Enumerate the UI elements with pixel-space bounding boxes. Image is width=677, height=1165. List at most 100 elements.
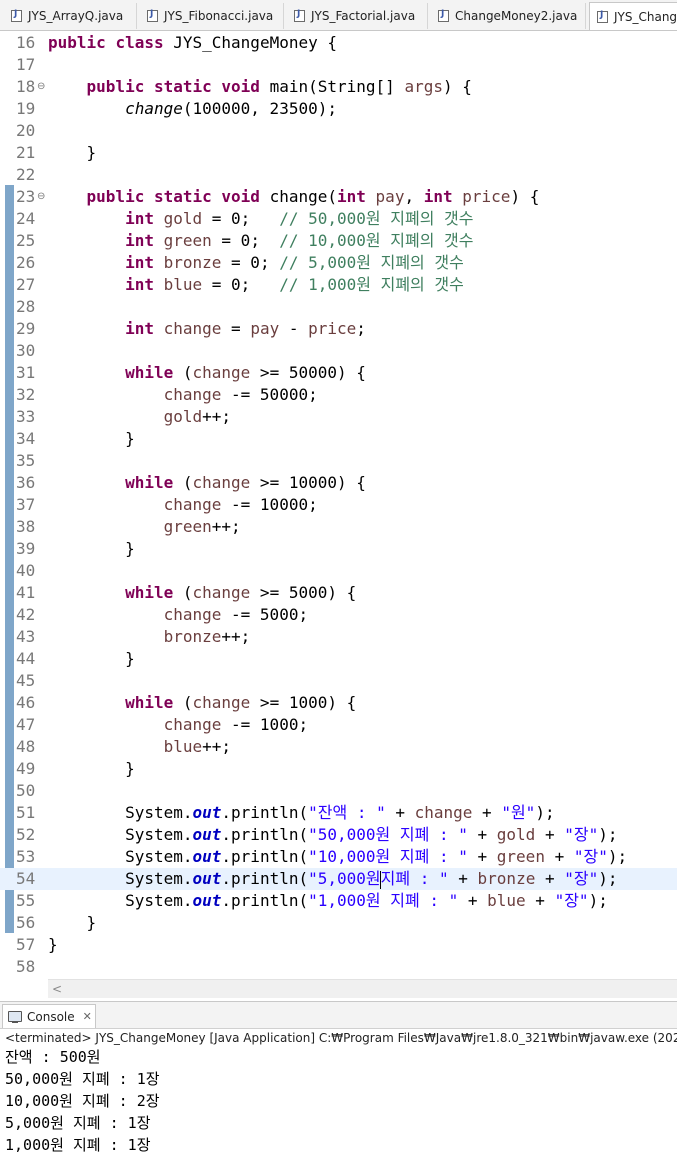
- code-text: int change = pay - price;: [48, 318, 366, 340]
- code-line[interactable]: 58: [0, 956, 677, 978]
- code-token: System.: [48, 891, 193, 910]
- code-line[interactable]: 50: [0, 780, 677, 802]
- code-line[interactable]: 38 green++;: [0, 516, 677, 538]
- code-token: .println(: [221, 825, 309, 844]
- code-token: public: [48, 33, 106, 52]
- code-text: change -= 5000;: [48, 604, 309, 626]
- code-editor[interactable]: 16 public class JYS_ChangeMoney {17 18 ⊖ pu…: [0, 31, 677, 979]
- horizontal-scrollbar[interactable]: <: [48, 979, 677, 998]
- code-line[interactable]: 34 }: [0, 428, 677, 450]
- code-token: +: [467, 825, 497, 844]
- line-number: 37: [16, 495, 36, 514]
- code-line[interactable]: 31 while (change >= 50000) {: [0, 362, 677, 384]
- code-line[interactable]: 37 change -= 10000;: [0, 494, 677, 516]
- code-token: out: [192, 869, 222, 888]
- code-line[interactable]: 16 public class JYS_ChangeMoney {: [0, 32, 677, 54]
- code-line[interactable]: 42 change -= 5000;: [0, 604, 677, 626]
- code-text: bronze++;: [48, 626, 251, 648]
- code-token: (: [173, 473, 193, 492]
- code-token: price: [308, 319, 357, 338]
- code-text: while (change >= 5000) {: [48, 582, 356, 604]
- code-text: public static void change(int pay, int p…: [48, 186, 540, 208]
- code-line[interactable]: 40: [0, 560, 677, 582]
- code-line[interactable]: 36 while (change >= 10000) {: [0, 472, 677, 494]
- code-line[interactable]: 39 }: [0, 538, 677, 560]
- code-line[interactable]: 54 System.out.println("5,000원지폐 : " + br…: [0, 868, 677, 890]
- code-line[interactable]: 33 gold++;: [0, 406, 677, 428]
- code-line[interactable]: 27 int blue = 0; // 1,000원 지폐의 갯수: [0, 274, 677, 296]
- code-line[interactable]: 46 while (change >= 1000) {: [0, 692, 677, 714]
- code-token: "1,000원 지폐 : ": [308, 891, 459, 910]
- code-token: // 10,000원 지폐의 갯수: [279, 231, 474, 250]
- code-line[interactable]: 41 while (change >= 5000) {: [0, 582, 677, 604]
- code-text: while (change >= 1000) {: [48, 692, 356, 714]
- code-token: >= 5000) {: [250, 583, 357, 602]
- code-line[interactable]: 30: [0, 340, 677, 362]
- code-token: "장": [564, 869, 599, 888]
- code-line[interactable]: 28: [0, 296, 677, 318]
- tab-jys-factorial[interactable]: JYS_Factorial.java: [287, 3, 428, 29]
- code-text: System.out.println("잔액 : " + change + "원…: [48, 802, 555, 824]
- tab-changemoney2[interactable]: ChangeMoney2.java: [431, 3, 586, 29]
- tab-label: JYS_ChangeMo: [614, 9, 677, 24]
- code-token: =: [221, 319, 251, 338]
- line-number: 46: [16, 693, 36, 712]
- code-line[interactable]: 56 }: [0, 912, 677, 934]
- code-token: gold: [496, 825, 536, 844]
- code-line[interactable]: 19 change(100000, 23500);: [0, 98, 677, 120]
- code-text: System.out.println("10,000원 지폐 : " + gre…: [48, 846, 627, 868]
- line-number: 18: [16, 77, 36, 96]
- tab-jys-arrayq[interactable]: JYS_ArrayQ.java: [4, 3, 137, 29]
- code-line[interactable]: 29 int change = pay - price;: [0, 318, 677, 340]
- code-line[interactable]: 47 change -= 1000;: [0, 714, 677, 736]
- fold-toggle-icon[interactable]: ⊖: [37, 76, 45, 98]
- code-line[interactable]: 24 int gold = 0; // 50,000원 지폐의 갯수: [0, 208, 677, 230]
- code-line[interactable]: 32 change -= 50000;: [0, 384, 677, 406]
- code-token: ) {: [510, 187, 540, 206]
- close-icon[interactable]: ✕: [83, 1010, 92, 1023]
- code-token: bronze: [163, 627, 222, 646]
- code-line[interactable]: 44 }: [0, 648, 677, 670]
- code-token: change: [125, 99, 183, 118]
- fold-toggle-icon[interactable]: ⊖: [37, 186, 45, 208]
- code-line[interactable]: 26 int bronze = 0; // 5,000원 지폐의 갯수: [0, 252, 677, 274]
- code-token: -= 50000;: [221, 385, 318, 404]
- tab-console[interactable]: Console ✕: [2, 1004, 96, 1028]
- code-line[interactable]: 35: [0, 450, 677, 472]
- code-line[interactable]: 55 System.out.println("1,000원 지폐 : " + b…: [0, 890, 677, 912]
- code-line[interactable]: 17: [0, 54, 677, 76]
- code-line[interactable]: 22: [0, 164, 677, 186]
- code-line[interactable]: 25 int green = 0; // 10,000원 지폐의 갯수: [0, 230, 677, 252]
- tab-label: JYS_ArrayQ.java: [28, 9, 124, 23]
- code-line[interactable]: 43 bronze++;: [0, 626, 677, 648]
- code-line[interactable]: 57}: [0, 934, 677, 956]
- scroll-left-icon[interactable]: <: [52, 980, 62, 998]
- code-line[interactable]: 21 }: [0, 142, 677, 164]
- code-line[interactable]: 45: [0, 670, 677, 692]
- code-token: .println(: [221, 891, 309, 910]
- code-line[interactable]: 49 }: [0, 758, 677, 780]
- line-number: 40: [16, 561, 36, 580]
- code-line[interactable]: 51 System.out.println("잔액 : " + change +…: [0, 802, 677, 824]
- tab-jys-fibonacci[interactable]: JYS_Fibonacci.java: [140, 3, 284, 29]
- code-token: }: [48, 649, 135, 668]
- code-token: (: [173, 693, 193, 712]
- code-line[interactable]: 23 ⊖ public static void change(int pay, i…: [0, 186, 677, 208]
- code-line[interactable]: 20: [0, 120, 677, 142]
- code-line[interactable]: 53 System.out.println("10,000원 지폐 : " + …: [0, 846, 677, 868]
- code-line[interactable]: 48 blue++;: [0, 736, 677, 758]
- code-token: "장": [554, 891, 589, 910]
- code-token: int: [125, 231, 154, 250]
- code-token: // 1,000원 지폐의 갯수: [279, 275, 464, 294]
- code-text: public class JYS_ChangeMoney {: [48, 32, 337, 54]
- code-token: ) {: [442, 77, 472, 96]
- code-line[interactable]: 52 System.out.println("50,000원 지폐 : " + …: [0, 824, 677, 846]
- code-line[interactable]: 18 ⊖ public static void main(String[] arg…: [0, 76, 677, 98]
- code-token: ;: [356, 319, 366, 338]
- tab-jys-changemoney[interactable]: JYS_ChangeMo: [589, 2, 677, 30]
- code-token: +: [458, 891, 488, 910]
